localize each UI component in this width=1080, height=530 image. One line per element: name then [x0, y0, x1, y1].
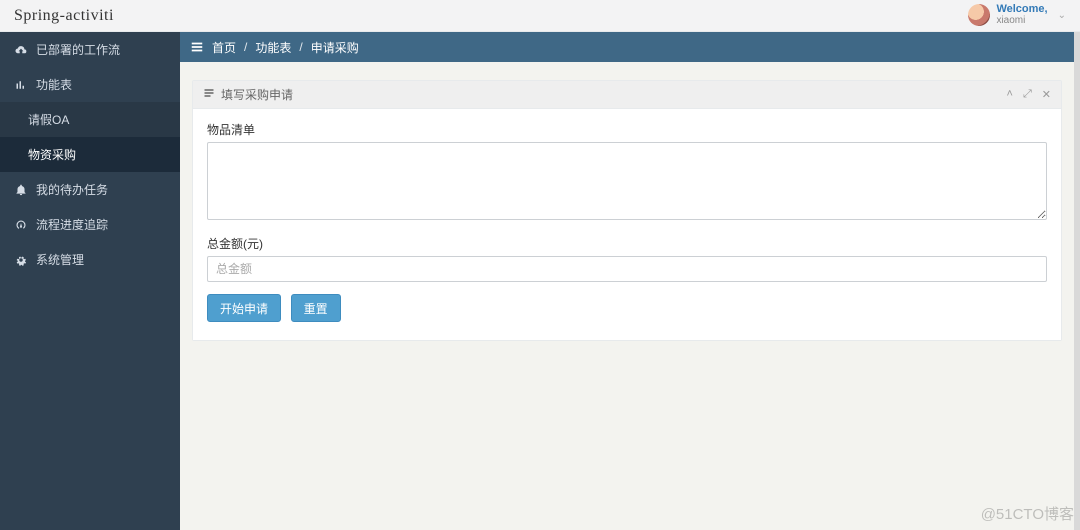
sidebar-item-label: 物资采购	[28, 146, 76, 163]
sidebar-subitem-leave-oa[interactable]: 请假OA	[0, 102, 180, 137]
panel-tools: ˄ ⤢ ✕	[1007, 88, 1051, 101]
content-area: 填写采购申请 ˄ ⤢ ✕ 物品清单 总金额(元)	[180, 62, 1074, 530]
sidebar-item-deployed-workflows[interactable]: 已部署的工作流	[0, 32, 180, 67]
breadcrumb-page: 申请采购	[311, 39, 359, 56]
breadcrumb-section[interactable]: 功能表	[255, 39, 291, 56]
bar-chart-icon	[14, 79, 28, 91]
total-amount-label: 总金额(元)	[207, 235, 1047, 252]
breadcrumb-home[interactable]: 首页	[212, 39, 236, 56]
sidebar-subitem-material-purchase[interactable]: 物资采购	[0, 137, 180, 172]
user-menu[interactable]: Welcome, xiaomi ⌄	[968, 4, 1066, 26]
main-area: 首页 / 功能表 / 申请采购 填写采购申请 ˄ ⤢	[180, 32, 1080, 530]
form-actions: 开始申请 重置	[207, 294, 1047, 322]
user-text: Welcome, xiaomi	[996, 4, 1047, 26]
chevron-down-icon: ⌄	[1058, 10, 1066, 21]
sidebar-item-label: 已部署的工作流	[36, 41, 120, 58]
sidebar-item-my-tasks[interactable]: 我的待办任务	[0, 172, 180, 207]
items-list-textarea[interactable]	[207, 142, 1047, 220]
sidebar-item-label: 流程进度追踪	[36, 216, 108, 233]
list-icon	[203, 87, 215, 102]
dashboard-icon	[14, 219, 28, 231]
form-panel: 填写采购申请 ˄ ⤢ ✕ 物品清单 总金额(元)	[192, 80, 1062, 341]
brand-title: Spring-activiti	[14, 7, 114, 25]
sidebar-item-label: 功能表	[36, 76, 72, 93]
panel-title: 填写采购申请	[221, 86, 293, 103]
collapse-icon[interactable]: ˄	[1007, 88, 1013, 101]
sidebar-item-label: 我的待办任务	[36, 181, 108, 198]
panel-body: 物品清单 总金额(元) 开始申请 重置	[193, 109, 1061, 340]
breadcrumb-separator: /	[244, 40, 247, 54]
close-icon[interactable]: ✕	[1042, 88, 1051, 101]
sidebar-item-process-tracking[interactable]: 流程进度追踪	[0, 207, 180, 242]
gear-icon	[14, 254, 28, 266]
submit-button[interactable]: 开始申请	[207, 294, 281, 322]
bell-icon	[14, 184, 28, 196]
sidebar: 已部署的工作流 功能表 请假OA 物资采购 我的待办任务 流程进度追踪	[0, 32, 180, 530]
reset-button[interactable]: 重置	[291, 294, 341, 322]
username-label: xiaomi	[996, 16, 1047, 27]
sidebar-item-function-list[interactable]: 功能表	[0, 67, 180, 102]
breadcrumb: 首页 / 功能表 / 申请采购	[180, 32, 1074, 62]
sidebar-item-system-admin[interactable]: 系统管理	[0, 242, 180, 277]
total-amount-input[interactable]	[207, 256, 1047, 282]
breadcrumb-separator: /	[299, 40, 302, 54]
items-list-label: 物品清单	[207, 121, 1047, 138]
panel-header: 填写采购申请 ˄ ⤢ ✕	[193, 81, 1061, 109]
avatar	[968, 4, 990, 26]
cloud-upload-icon	[14, 44, 28, 56]
sidebar-item-label: 请假OA	[28, 111, 69, 128]
top-bar: Spring-activiti Welcome, xiaomi ⌄	[0, 0, 1080, 32]
sidebar-item-label: 系统管理	[36, 251, 84, 268]
menu-toggle-icon[interactable]	[190, 40, 204, 54]
expand-icon[interactable]: ⤢	[1023, 88, 1032, 101]
